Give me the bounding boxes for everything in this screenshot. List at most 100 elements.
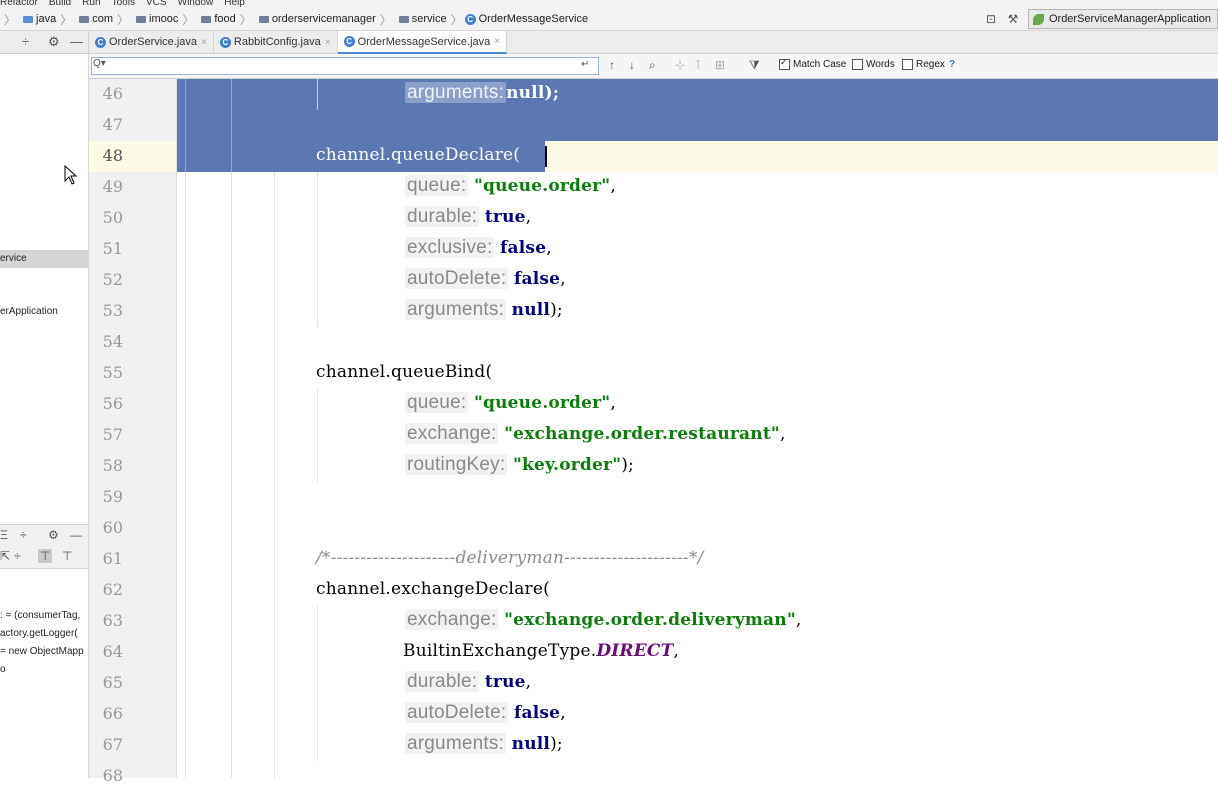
line-number: 56 bbox=[102, 394, 123, 413]
parameter-hint: exchange: bbox=[405, 609, 499, 630]
indent-guide bbox=[231, 79, 232, 172]
code-line: durable: true, bbox=[405, 206, 531, 228]
run-configuration-selector[interactable]: OrderServiceManagerApplication bbox=[1027, 9, 1218, 29]
gear-icon[interactable]: ⚙ bbox=[48, 34, 60, 50]
expand-all-icon[interactable]: Ξ bbox=[0, 528, 8, 542]
breadcrumb-imooc[interactable]: imooc bbox=[149, 13, 178, 25]
class-icon: C bbox=[464, 13, 476, 25]
collapse-all-icon[interactable]: ÷ bbox=[20, 528, 27, 542]
menu-vcs[interactable]: VCS bbox=[146, 0, 167, 8]
words-checkbox[interactable]: Words bbox=[852, 59, 895, 70]
code-line: arguments: null); bbox=[405, 82, 559, 104]
menu-tools[interactable]: Tools bbox=[112, 0, 135, 8]
regex-checkbox[interactable]: Regex bbox=[902, 59, 945, 70]
find-all-icon[interactable]: ⌕ bbox=[649, 58, 656, 73]
parameter-hint: arguments: bbox=[405, 82, 507, 103]
line-number: 58 bbox=[102, 456, 123, 475]
show-inherited-icon[interactable]: ⊤ bbox=[62, 549, 72, 563]
breadcrumb-orderservicemanager[interactable]: orderservicemanager bbox=[272, 13, 376, 25]
code-punctuation: , bbox=[560, 269, 566, 289]
code-punctuation: ); bbox=[550, 300, 563, 320]
parameter-hint: queue: bbox=[405, 392, 469, 413]
code-line: routingKey: "key.order"); bbox=[405, 454, 634, 476]
close-icon[interactable]: × bbox=[494, 36, 500, 47]
code-keyword: null bbox=[511, 300, 551, 320]
close-icon[interactable]: × bbox=[325, 37, 331, 48]
build-hammer-icon[interactable]: ⚒ bbox=[1006, 12, 1020, 26]
structure-item[interactable]: o bbox=[0, 664, 6, 675]
menu-help[interactable]: Help bbox=[224, 0, 245, 8]
breadcrumb-separator-icon: 〉 bbox=[450, 12, 463, 27]
parameter-hint: durable: bbox=[405, 671, 480, 692]
menu-window[interactable]: Window bbox=[178, 0, 214, 8]
line-number-current: 48 bbox=[102, 146, 123, 165]
class-icon: C bbox=[343, 36, 355, 47]
run-configuration-label: OrderServiceManagerApplication bbox=[1048, 13, 1211, 25]
structure-panel-toolbar: Ξ ÷ ⚙ — bbox=[0, 524, 88, 547]
code-line: channel.queueDeclare( bbox=[316, 145, 521, 165]
parameter-hint: queue: bbox=[405, 175, 469, 196]
breadcrumb-food[interactable]: food bbox=[214, 13, 235, 25]
mouse-pointer-icon bbox=[64, 165, 78, 185]
collapse-all-icon[interactable]: ÷ bbox=[22, 34, 29, 49]
breadcrumb-ordermessageservice[interactable]: OrderMessageService bbox=[479, 13, 588, 25]
code-string: "key.order" bbox=[512, 455, 622, 475]
remove-selection-icon[interactable]: ⊺ bbox=[695, 58, 701, 72]
code-punctuation: , bbox=[795, 610, 802, 630]
tab-ordermessageservice[interactable]: C OrderMessageService.java × bbox=[337, 31, 508, 54]
line-number: 50 bbox=[102, 208, 123, 227]
tab-rabbitconfig[interactable]: C RabbitConfig.java × bbox=[214, 31, 338, 53]
parameter-hint: exclusive: bbox=[405, 237, 495, 258]
menu-build[interactable]: Build bbox=[49, 0, 71, 8]
code-line: autoDelete: false, bbox=[405, 268, 566, 290]
collapse-icon[interactable]: ÷ bbox=[14, 549, 21, 563]
code-line: exchange: "exchange.order.restaurant", bbox=[405, 423, 786, 445]
previous-occurrence-icon[interactable]: ↑ bbox=[609, 58, 615, 72]
search-input[interactable] bbox=[91, 57, 599, 75]
indent-guide bbox=[317, 389, 318, 482]
sort-icon[interactable]: ⇱ bbox=[0, 549, 10, 563]
tab-label: OrderService.java bbox=[109, 36, 198, 48]
breadcrumb: 〉 java 〉 com 〉 imooc 〉 food 〉 orderservi… bbox=[0, 8, 588, 30]
menu-run[interactable]: Run bbox=[82, 0, 100, 8]
breadcrumb-service[interactable]: service bbox=[412, 13, 447, 25]
line-number: 51 bbox=[102, 239, 123, 258]
code-punctuation: , bbox=[673, 641, 680, 661]
tab-orderservice[interactable]: C OrderService.java × bbox=[89, 31, 214, 53]
project-tree-item[interactable]: erApplication bbox=[0, 306, 58, 317]
search-icon[interactable]: Q▾ bbox=[93, 58, 106, 69]
code-editor[interactable]: arguments: null); channel.queueDeclare( q… bbox=[177, 79, 1218, 778]
add-selection-icon[interactable]: ⊹ bbox=[675, 58, 685, 72]
hide-panel-icon[interactable]: — bbox=[70, 34, 83, 49]
select-all-occurrences-icon[interactable]: ⊞ bbox=[715, 58, 725, 72]
newline-icon[interactable]: ↵ bbox=[581, 59, 589, 70]
breadcrumb-separator-icon: 〉 bbox=[182, 12, 195, 27]
code-line: exchange: "exchange.order.deliveryman", bbox=[405, 609, 802, 631]
gear-icon[interactable]: ⚙ bbox=[48, 528, 59, 542]
breadcrumb-com[interactable]: com bbox=[92, 13, 113, 25]
find-bar: Q▾ ↵ ↑ ↓ ⌕ ⊹ ⊺ ⊞ ⧩ Match Case Words Rege… bbox=[89, 54, 1218, 79]
breadcrumb-java[interactable]: java bbox=[36, 13, 56, 25]
match-case-checkbox[interactable]: Match Case bbox=[779, 57, 846, 70]
close-icon[interactable]: × bbox=[201, 37, 207, 48]
structure-item[interactable]: actory.getLogger( bbox=[0, 628, 78, 639]
layout-icon[interactable]: ⊡ bbox=[984, 12, 998, 26]
editor-gutter: 46 47 48 49 50 51 52 53 54 55 56 57 58 5… bbox=[89, 79, 177, 785]
filter-icon[interactable]: ⧩ bbox=[749, 58, 760, 73]
show-fields-icon[interactable]: ⊤ bbox=[38, 549, 53, 563]
project-tree-item[interactable]: ervice bbox=[0, 253, 27, 264]
code-line: queue: "queue.order", bbox=[405, 392, 616, 414]
code-line: exclusive: false, bbox=[405, 237, 552, 259]
menu-refactor[interactable]: Refactor bbox=[0, 0, 38, 8]
text-caret bbox=[545, 146, 547, 167]
regex-help-link[interactable]: ? bbox=[949, 59, 955, 70]
next-occurrence-icon[interactable]: ↓ bbox=[629, 58, 635, 72]
parameter-hint: routingKey: bbox=[405, 454, 508, 475]
line-number: 53 bbox=[102, 301, 123, 320]
code-static-field: DIRECT bbox=[596, 641, 674, 661]
project-panel-toolbar: ÷ ⚙ — bbox=[0, 31, 89, 54]
structure-item[interactable]: = new ObjectMapp bbox=[0, 646, 84, 657]
hide-panel-icon[interactable]: — bbox=[70, 528, 82, 542]
structure-item[interactable]: : = (consumerTag, bbox=[0, 610, 80, 621]
folder-icon bbox=[23, 15, 34, 23]
